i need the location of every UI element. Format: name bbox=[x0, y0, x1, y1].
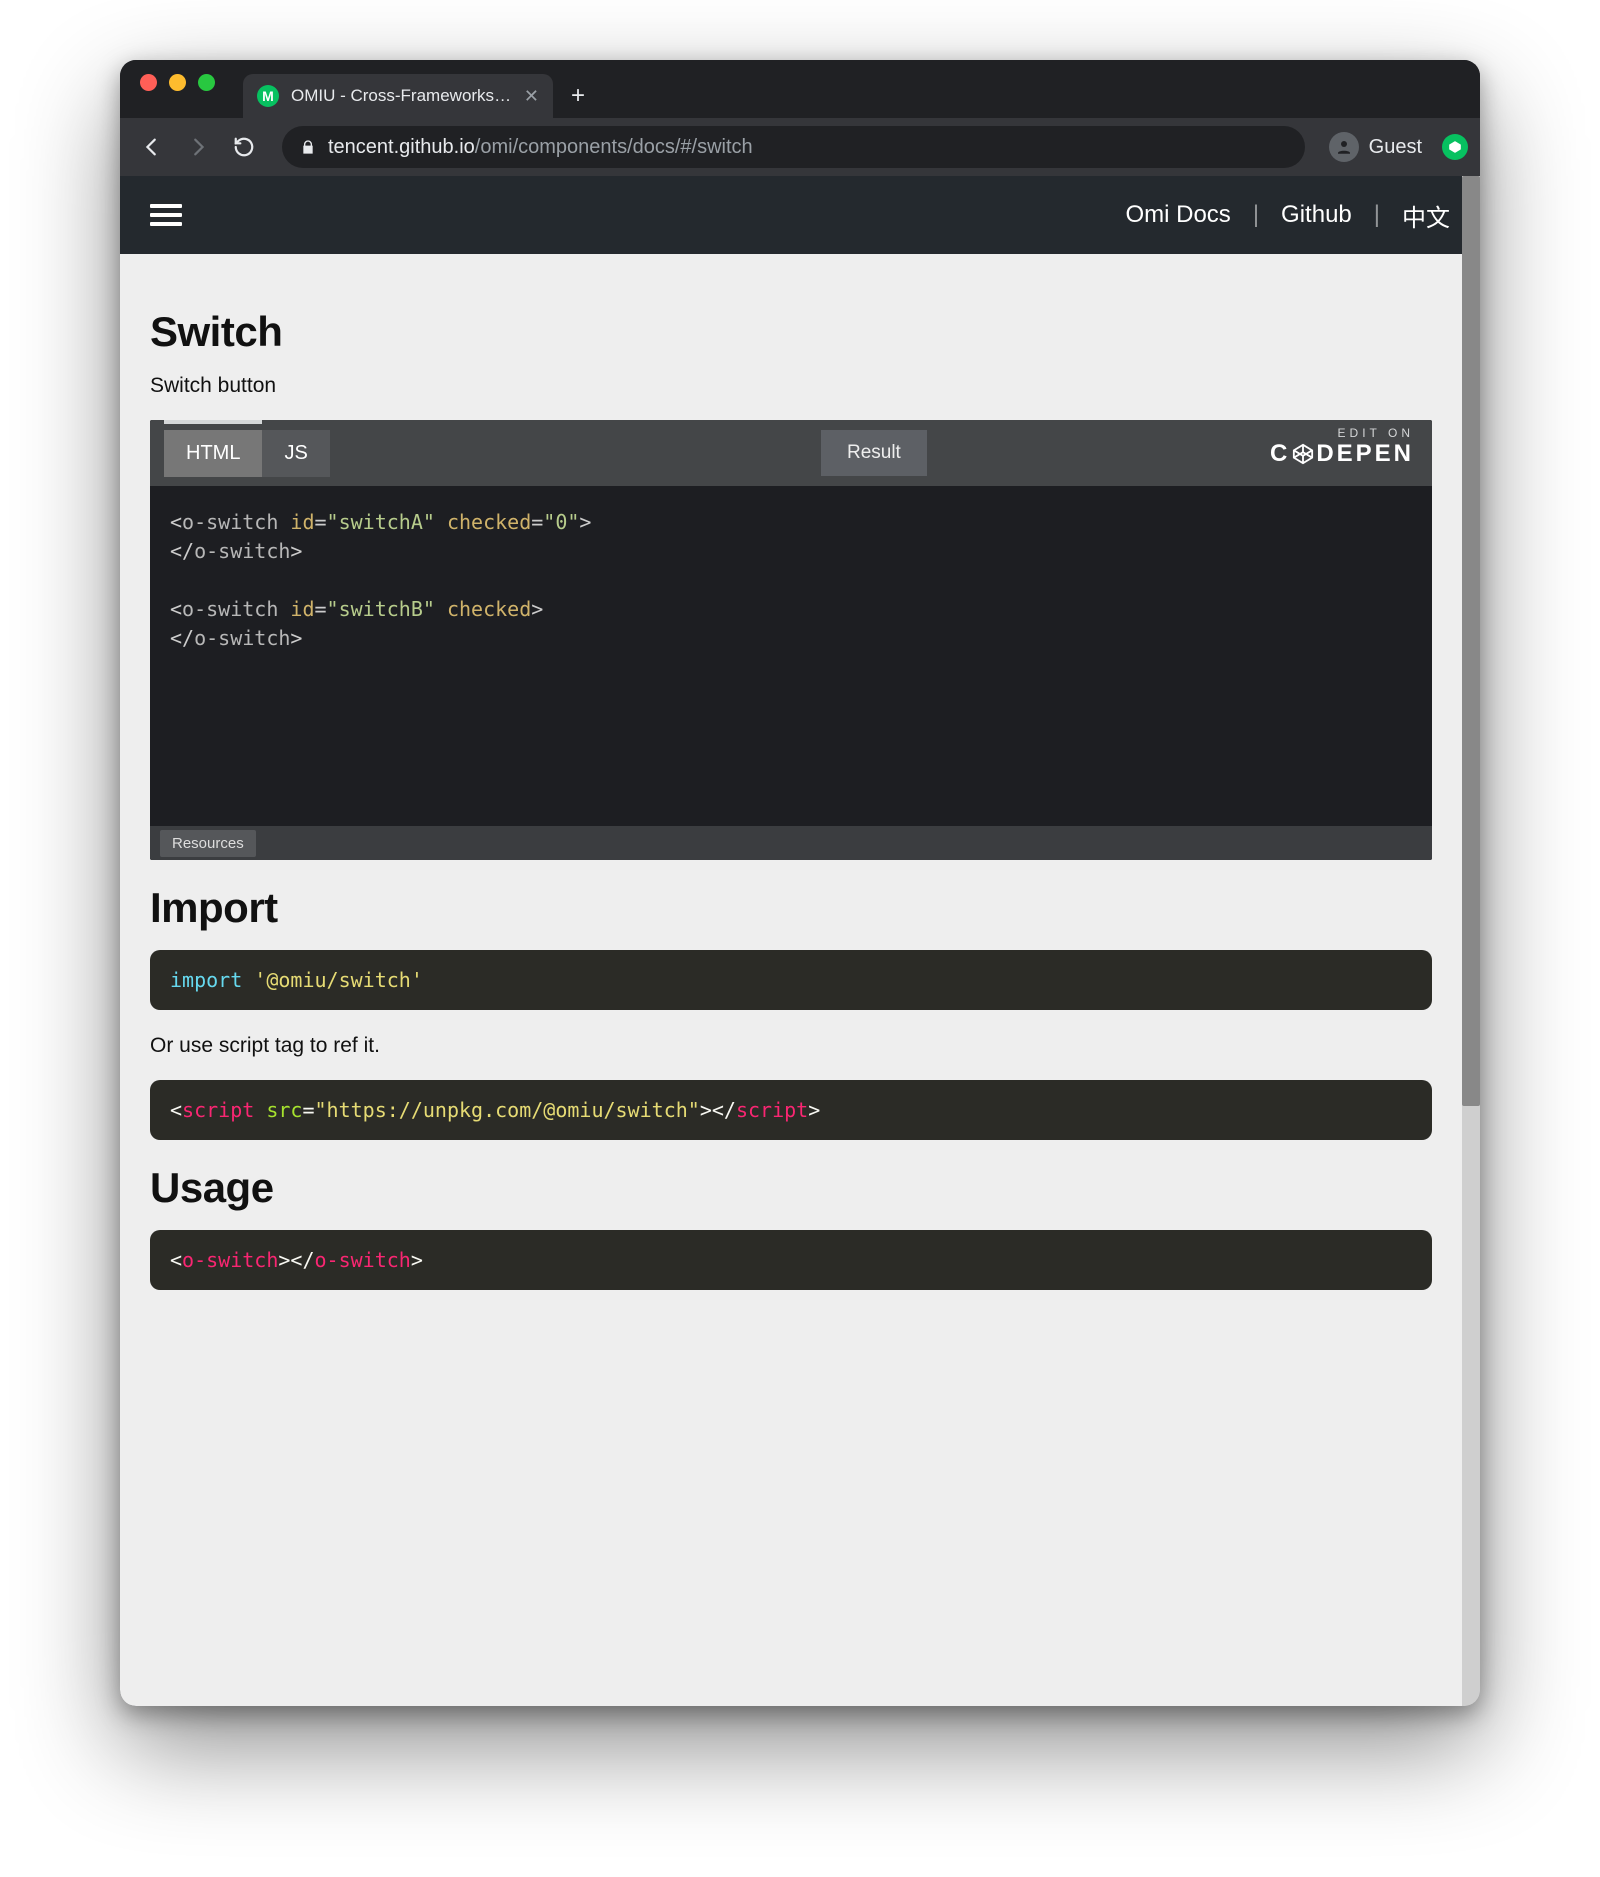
browser-toolbar: tencent.github.io/omi/components/docs/#/… bbox=[120, 118, 1480, 176]
code-import[interactable]: import '@omiu/switch' bbox=[150, 950, 1432, 1010]
url-text: tencent.github.io/omi/components/docs/#/… bbox=[328, 136, 753, 159]
divider: | bbox=[1253, 201, 1259, 229]
section-usage-heading: Usage bbox=[150, 1164, 1432, 1212]
header-nav: Omi Docs | Github | 中文 bbox=[1125, 198, 1450, 233]
browser-tab[interactable]: M OMIU - Cross-Frameworks UI F ✕ bbox=[243, 74, 553, 118]
minimize-window-button[interactable] bbox=[169, 74, 186, 91]
page-title: Switch bbox=[150, 308, 1432, 356]
close-tab-icon[interactable]: ✕ bbox=[524, 87, 539, 105]
import-note: Or use script tag to ref it. bbox=[150, 1034, 1432, 1058]
tab-title: OMIU - Cross-Frameworks UI F bbox=[291, 86, 512, 106]
code-script-tag[interactable]: <script src="https://unpkg.com/@omiu/swi… bbox=[150, 1080, 1432, 1140]
back-button[interactable] bbox=[132, 127, 172, 167]
page-content: Switch Switch button HTML JS Result EDIT… bbox=[120, 254, 1462, 1290]
codepen-tab-js[interactable]: JS bbox=[262, 430, 329, 477]
page-viewport: Omi Docs | Github | 中文 Switch Switch but… bbox=[120, 176, 1480, 1706]
browser-window: M OMIU - Cross-Frameworks UI F ✕ + tence… bbox=[120, 60, 1480, 1706]
section-import-heading: Import bbox=[150, 884, 1432, 932]
new-tab-button[interactable]: + bbox=[553, 74, 603, 118]
codepen-footer: Resources bbox=[150, 826, 1432, 860]
divider: | bbox=[1374, 201, 1380, 229]
extension-badge-icon[interactable] bbox=[1442, 134, 1468, 160]
codepen-embed: HTML JS Result EDIT ON CDEPEN <o-switch … bbox=[150, 420, 1432, 860]
menu-icon[interactable] bbox=[150, 199, 182, 231]
codepen-resources-button[interactable]: Resources bbox=[160, 830, 256, 857]
forward-button[interactable] bbox=[178, 127, 218, 167]
codepen-tab-html[interactable]: HTML bbox=[164, 430, 262, 477]
codepen-tab-result[interactable]: Result bbox=[821, 430, 927, 476]
close-window-button[interactable] bbox=[140, 74, 157, 91]
scrollbar-track[interactable] bbox=[1462, 176, 1480, 1706]
nav-chinese[interactable]: 中文 bbox=[1402, 198, 1450, 233]
codepen-open-link[interactable]: EDIT ON CDEPEN bbox=[1270, 426, 1414, 468]
scrollbar-thumb[interactable] bbox=[1462, 176, 1480, 1106]
traffic-lights bbox=[140, 60, 239, 118]
reload-button[interactable] bbox=[224, 127, 264, 167]
lock-icon bbox=[300, 139, 316, 155]
address-bar[interactable]: tencent.github.io/omi/components/docs/#/… bbox=[282, 126, 1305, 168]
maximize-window-button[interactable] bbox=[198, 74, 215, 91]
favicon-icon: M bbox=[257, 85, 279, 107]
titlebar: M OMIU - Cross-Frameworks UI F ✕ + bbox=[120, 60, 1480, 118]
page-subtitle: Switch button bbox=[150, 374, 1432, 398]
codepen-toolbar: HTML JS Result EDIT ON CDEPEN bbox=[150, 420, 1432, 486]
profile-button[interactable]: Guest bbox=[1323, 132, 1428, 162]
codepen-code-panel[interactable]: <o-switch id="switchA" checked="0"> </o-… bbox=[150, 486, 1432, 826]
codepen-editon-label: EDIT ON bbox=[1270, 426, 1414, 440]
avatar-icon bbox=[1329, 132, 1359, 162]
code-usage[interactable]: <o-switch></o-switch> bbox=[150, 1230, 1432, 1290]
profile-label: Guest bbox=[1369, 136, 1422, 159]
nav-omi-docs[interactable]: Omi Docs bbox=[1125, 201, 1230, 229]
codepen-logo-icon: CDEPEN bbox=[1270, 440, 1414, 468]
nav-github[interactable]: Github bbox=[1281, 201, 1352, 229]
site-header: Omi Docs | Github | 中文 bbox=[120, 176, 1480, 254]
